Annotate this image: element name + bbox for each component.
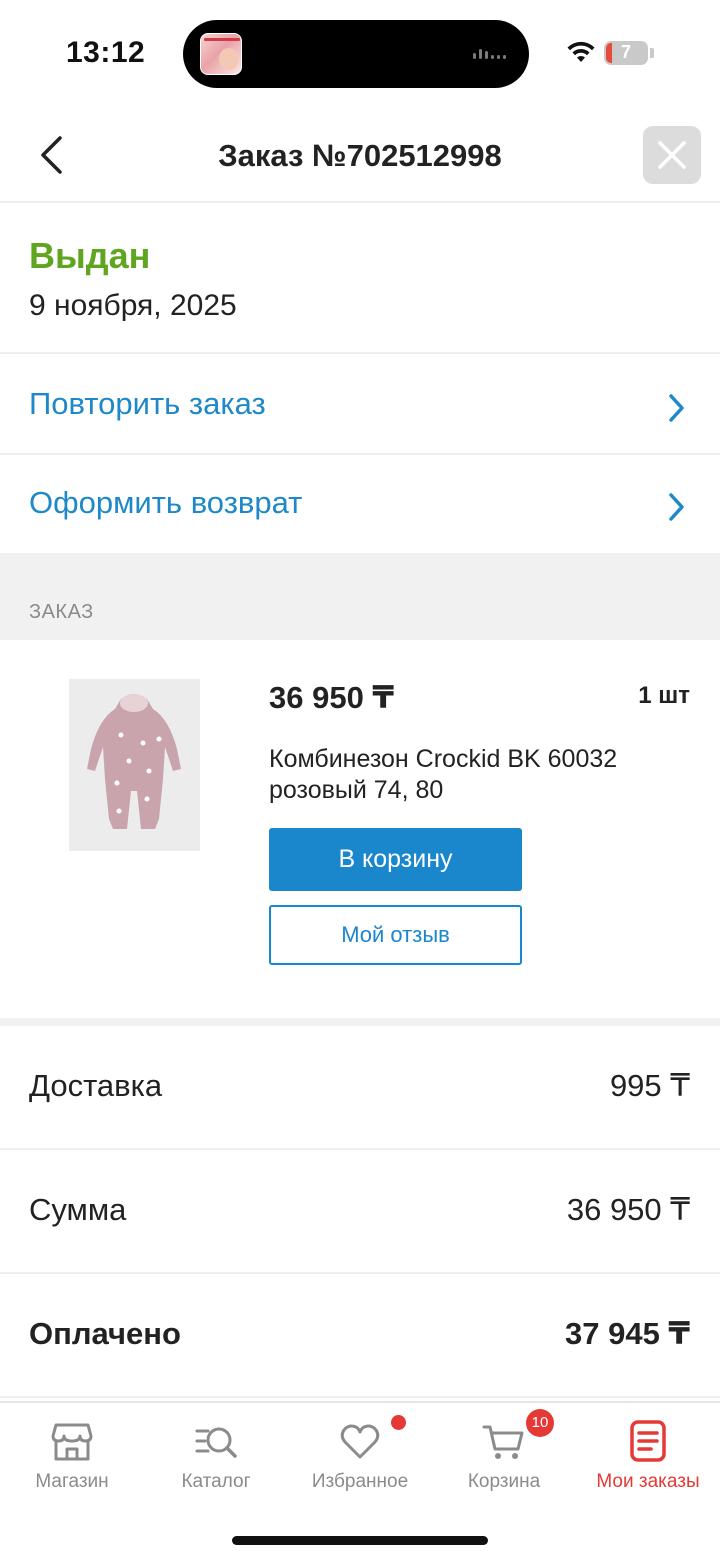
header: Заказ №702512998 bbox=[0, 108, 720, 203]
repeat-order-button[interactable]: Повторить заказ bbox=[0, 356, 720, 455]
orders-icon bbox=[630, 1420, 666, 1462]
add-to-cart-button[interactable]: В корзину bbox=[269, 828, 522, 891]
favorites-badge-dot bbox=[391, 1415, 406, 1430]
page-title: Заказ №702512998 bbox=[218, 138, 502, 173]
battery-icon: 7 bbox=[604, 41, 648, 65]
delivery-value: 995 ₸ bbox=[609, 1068, 690, 1103]
order-status-section: Выдан 9 ноября, 2025 bbox=[0, 205, 720, 354]
paid-row: Оплачено 37 945 ₸ bbox=[0, 1274, 720, 1398]
tab-favorites[interactable]: Избранное bbox=[288, 1403, 432, 1507]
close-button[interactable] bbox=[643, 126, 701, 184]
delivery-row: Доставка 995 ₸ bbox=[0, 1026, 720, 1150]
sum-value: 36 950 ₸ bbox=[566, 1192, 690, 1227]
delivery-label: Доставка bbox=[29, 1068, 163, 1103]
order-date: 9 ноября, 2025 bbox=[29, 289, 237, 322]
item-quantity: 1 шт bbox=[638, 682, 690, 709]
chevron-right-icon bbox=[669, 493, 684, 521]
status-time: 13:12 bbox=[66, 36, 146, 69]
section-header: ЗАКАЗ bbox=[0, 553, 720, 640]
product-image[interactable] bbox=[69, 679, 200, 851]
tab-label: Каталог bbox=[181, 1471, 251, 1492]
battery-level: 7 bbox=[620, 42, 631, 62]
repeat-order-label: Повторить заказ bbox=[29, 386, 266, 421]
catalog-search-icon bbox=[195, 1427, 237, 1458]
tab-label: Мои заказы bbox=[596, 1471, 700, 1492]
return-order-label: Оформить возврат bbox=[29, 485, 303, 520]
tab-label: Магазин bbox=[35, 1471, 109, 1492]
home-indicator[interactable] bbox=[232, 1536, 488, 1545]
now-playing-thumbnail bbox=[200, 33, 242, 75]
return-order-button[interactable]: Оформить возврат bbox=[0, 455, 720, 554]
paid-value: 37 945 ₸ bbox=[565, 1316, 690, 1351]
dynamic-island[interactable] bbox=[183, 20, 529, 88]
jumpsuit-image bbox=[69, 679, 200, 851]
order-item: 36 950 ₸ 1 шт Комбинезон Crockid BK 6003… bbox=[0, 640, 720, 1018]
battery-cap bbox=[650, 48, 654, 58]
status-bar: 13:12 7 bbox=[0, 0, 720, 108]
heart-icon bbox=[340, 1424, 380, 1459]
item-price: 36 950 ₸ bbox=[269, 680, 394, 715]
tab-shop[interactable]: Магазин bbox=[0, 1403, 144, 1507]
chevron-right-icon bbox=[669, 394, 684, 422]
item-name[interactable]: Комбинезон Crockid BK 60032 розовый 74, … bbox=[269, 744, 689, 806]
my-review-button[interactable]: Мой отзыв bbox=[269, 905, 522, 965]
sum-row: Сумма 36 950 ₸ bbox=[0, 1150, 720, 1274]
order-status: Выдан bbox=[29, 235, 151, 276]
section-title: ЗАКАЗ bbox=[29, 601, 94, 623]
tab-label: Корзина bbox=[467, 1471, 541, 1492]
tab-label: Избранное bbox=[311, 1471, 409, 1492]
tab-catalog[interactable]: Каталог bbox=[144, 1403, 288, 1507]
cart-icon bbox=[482, 1425, 524, 1459]
audio-waveform-icon bbox=[473, 49, 513, 59]
divider bbox=[0, 1018, 720, 1026]
store-icon bbox=[51, 1423, 93, 1461]
wifi-icon bbox=[567, 41, 595, 62]
sum-label: Сумма bbox=[29, 1192, 127, 1227]
tab-cart[interactable]: Корзина bbox=[432, 1403, 576, 1507]
close-icon bbox=[658, 141, 686, 169]
paid-label: Оплачено bbox=[29, 1316, 181, 1351]
cart-badge: 10 bbox=[526, 1409, 554, 1437]
tab-my-orders[interactable]: Мои заказы bbox=[576, 1403, 720, 1507]
